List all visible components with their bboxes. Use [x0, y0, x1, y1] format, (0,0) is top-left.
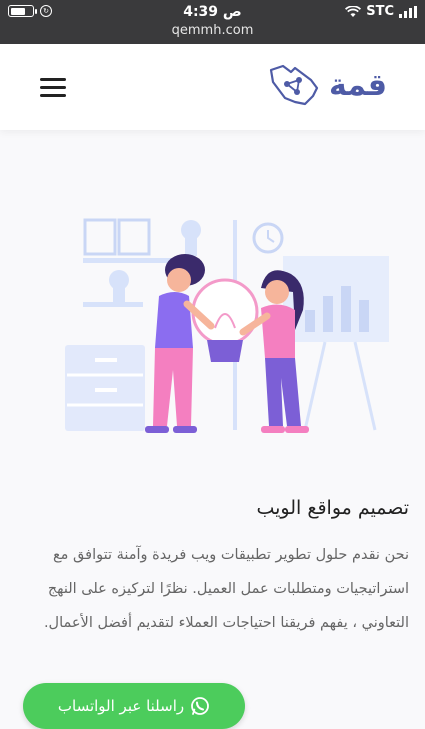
board-bar: [305, 310, 315, 332]
board-bar: [359, 300, 369, 332]
status-bar: ↻ 4:39 ص qemmh.com STC: [0, 0, 425, 44]
board-bar: [323, 296, 333, 332]
status-right: STC: [345, 4, 417, 19]
saudi-map-logo-icon: [269, 64, 319, 106]
address-bar-url[interactable]: qemmh.com: [0, 23, 425, 38]
person-right-head: [265, 280, 289, 304]
board-bar: [341, 286, 351, 332]
cabinet-handle: [95, 388, 117, 392]
site-logo[interactable]: قمة: [265, 62, 387, 108]
hamburger-menu-button[interactable]: [40, 78, 66, 97]
teamwork-illustration: [65, 218, 389, 433]
pot-top: [185, 238, 197, 256]
whatsapp-contact-button[interactable]: راسلنا عبر الواتساب: [23, 683, 245, 729]
person-right-shoe: [285, 426, 309, 433]
person-left-pants: [153, 348, 193, 426]
lightbulb-icon: [191, 278, 259, 346]
easel-leg: [353, 341, 377, 431]
person-left-head: [167, 268, 191, 292]
signal-icon: [399, 5, 417, 18]
wifi-icon: [345, 5, 362, 17]
wall-clock-hands: [267, 230, 275, 243]
person-right-pants: [265, 358, 301, 426]
person-left-shirt: [155, 292, 193, 348]
hamburger-icon-bar: [40, 94, 66, 97]
logo-text: قمة: [329, 67, 387, 103]
plant-top: [181, 220, 201, 240]
shelf-middle: [83, 302, 143, 307]
easel-leg: [303, 341, 327, 431]
person-right-shoe: [261, 426, 285, 433]
bulb-base: [207, 340, 243, 362]
section-description: نحن نقدم حلول تطوير تطبيقات ويب فريدة وآ…: [43, 547, 409, 631]
hamburger-icon-bar: [40, 86, 66, 89]
picture-frame-1: [83, 218, 117, 256]
section-title: تصميم مواقع الويب: [256, 497, 409, 519]
pot-middle: [113, 286, 125, 302]
carrier-name: STC: [366, 4, 394, 19]
person-left-shoe: [173, 426, 197, 433]
hamburger-icon: [40, 78, 66, 81]
cabinet-handle: [95, 358, 117, 362]
site-header: قمة: [0, 44, 425, 130]
person-right-shirt: [261, 304, 295, 358]
person-left-shoe: [145, 426, 169, 433]
whatsapp-button-label: راسلنا عبر الواتساب: [57, 697, 185, 715]
picture-frame-2: [117, 218, 151, 256]
whatsapp-icon: [191, 697, 210, 715]
